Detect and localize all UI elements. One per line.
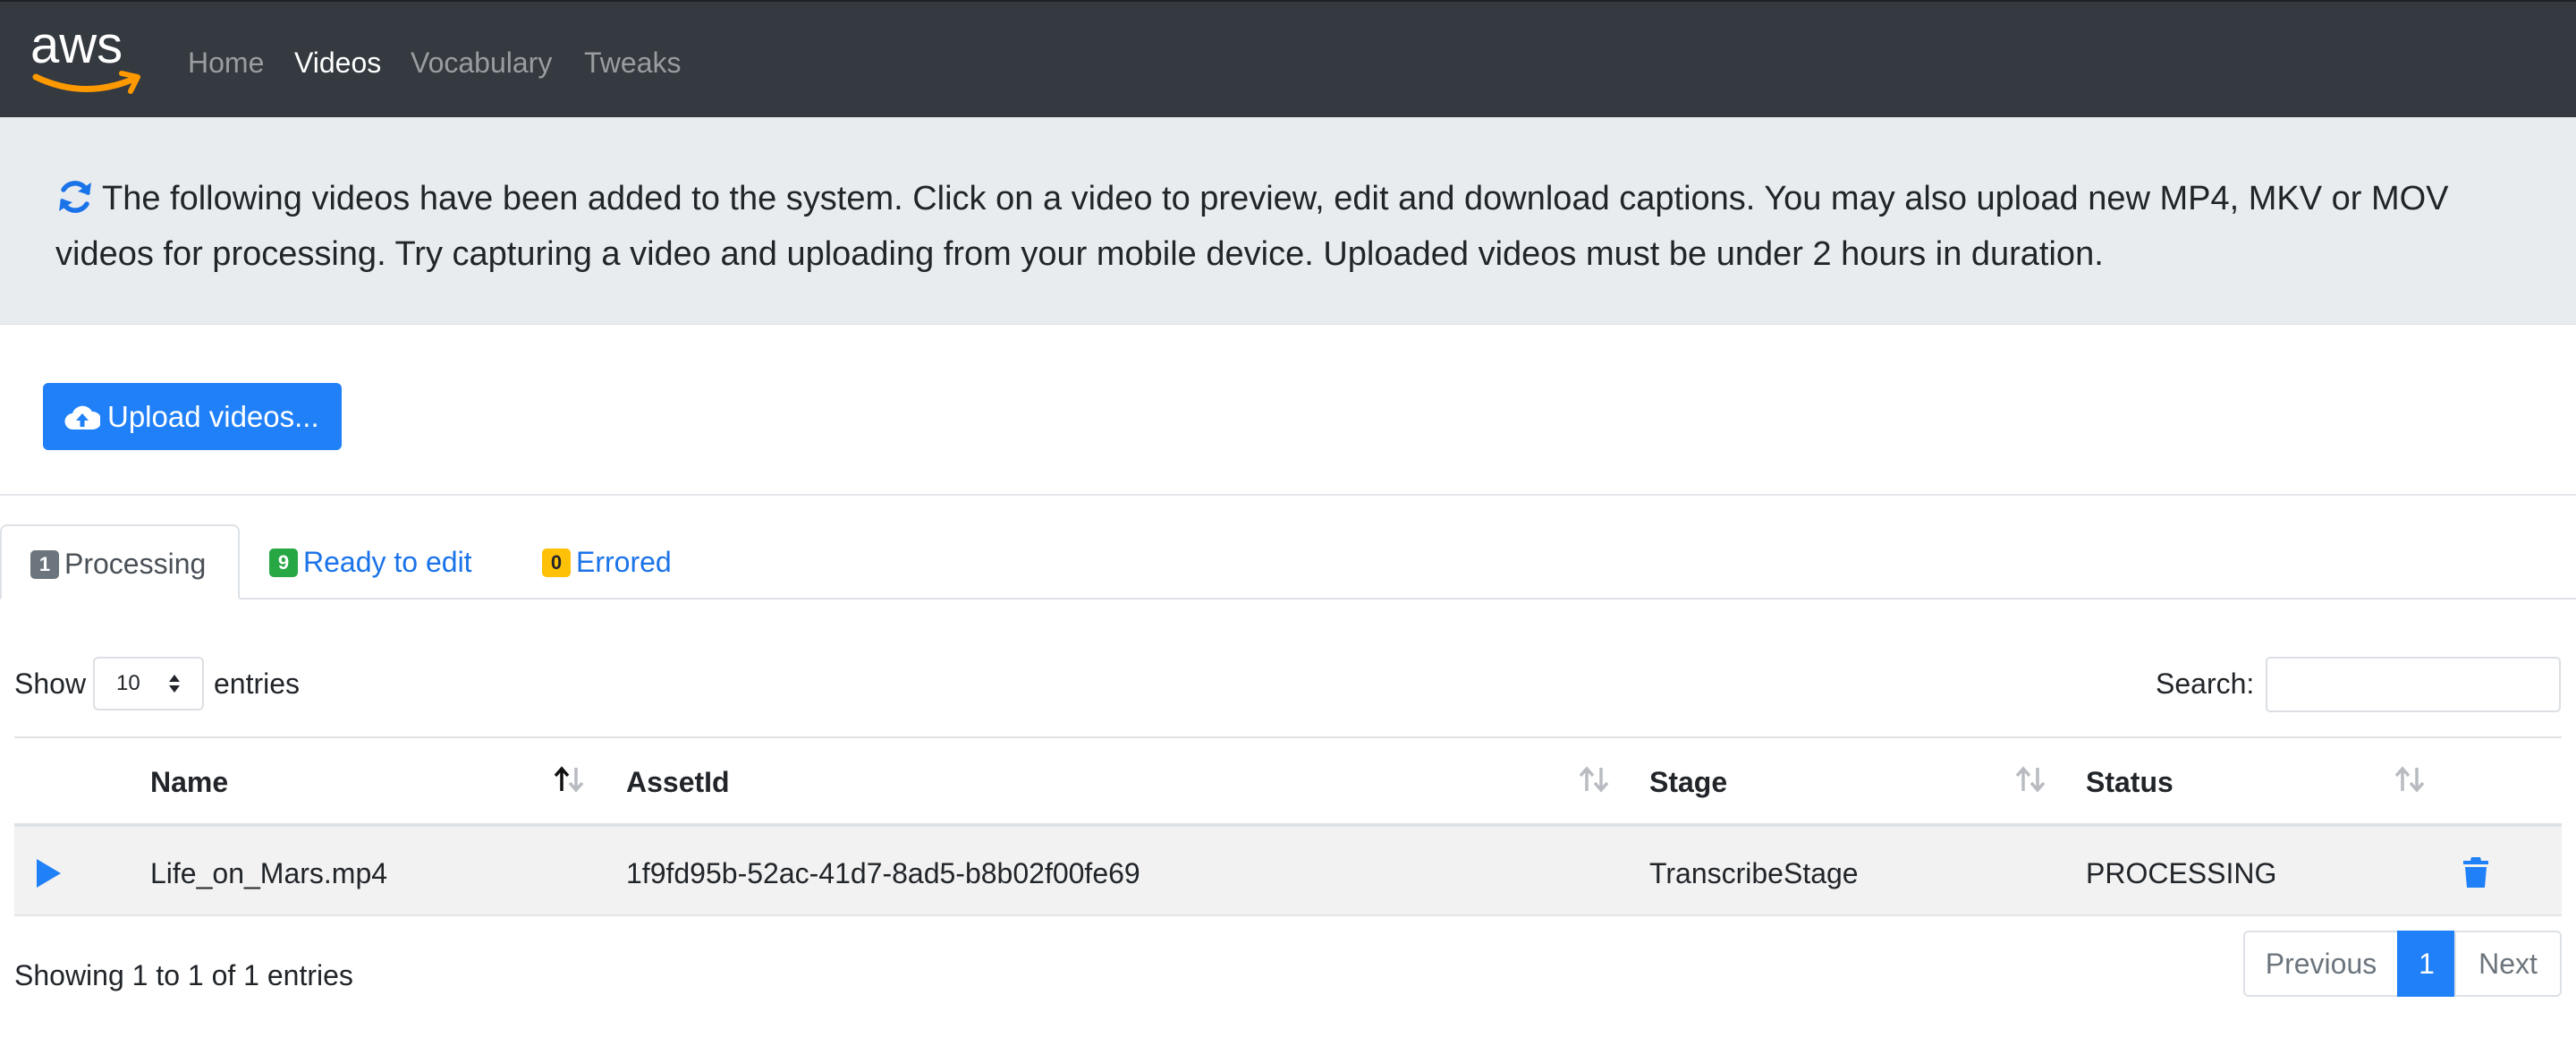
- ready-count-badge: 9: [269, 549, 298, 577]
- nav-home[interactable]: Home: [188, 45, 264, 81]
- status-cell: PROCESSING: [2086, 857, 2277, 889]
- column-header-status[interactable]: Status: [2086, 761, 2174, 804]
- nav-tweaks[interactable]: Tweaks: [584, 45, 681, 81]
- entries-label: entries: [214, 668, 301, 700]
- nav-videos[interactable]: Videos: [294, 45, 381, 81]
- asset-id-cell: 1f9fd95b-52ac-41d7-8ad5-b8b02f00fe69: [626, 857, 1140, 889]
- column-header-name[interactable]: Name: [150, 761, 228, 804]
- page-size-value: 10: [116, 671, 140, 695]
- processing-count-badge: 1: [30, 550, 59, 579]
- page-size-select[interactable]: 10: [93, 657, 204, 710]
- intro-text-block: The following videos have been added to …: [55, 171, 2488, 282]
- intro-text: The following videos have been added to …: [55, 180, 2449, 273]
- pagination-page-1[interactable]: 1: [2397, 931, 2456, 997]
- tab-processing[interactable]: 1 Processing: [0, 524, 240, 600]
- video-name-cell[interactable]: Life_on_Mars.mp4: [150, 852, 387, 895]
- tab-ready-label: Ready to edit: [303, 546, 472, 578]
- intro-panel: The following videos have been added to …: [0, 117, 2576, 325]
- upload-videos-label: Upload videos...: [107, 400, 319, 433]
- section-divider: [0, 494, 2576, 496]
- search-label: Search:: [2156, 668, 2255, 700]
- trash-icon[interactable]: [2462, 855, 2490, 889]
- sort-both-icon[interactable]: [2012, 764, 2048, 795]
- stage-cell: TranscribeStage: [1649, 857, 1859, 889]
- search-input[interactable]: [2266, 657, 2561, 712]
- pagination-previous[interactable]: Previous: [2243, 931, 2399, 997]
- svg-text:aws: aws: [30, 18, 123, 74]
- upload-videos-button[interactable]: Upload videos...: [43, 383, 342, 450]
- tab-ready-to-edit[interactable]: 9 Ready to edit: [269, 524, 472, 600]
- aws-logo[interactable]: aws: [29, 18, 147, 100]
- top-navbar: aws Home Videos Vocabulary Tweaks: [0, 0, 2576, 117]
- table-info: Showing 1 to 1 of 1 entries: [14, 959, 353, 991]
- sort-both-icon[interactable]: [2392, 764, 2428, 795]
- nav-vocabulary[interactable]: Vocabulary: [411, 45, 552, 81]
- column-header-stage[interactable]: Stage: [1649, 761, 1727, 804]
- column-header-assetid[interactable]: AssetId: [626, 761, 730, 804]
- sort-both-icon[interactable]: [1576, 764, 1612, 795]
- sort-asc-icon[interactable]: [551, 764, 587, 795]
- tab-processing-label: Processing: [64, 548, 207, 580]
- table-top-border: [14, 736, 2562, 738]
- play-icon[interactable]: [34, 857, 63, 889]
- cloud-upload-icon: [64, 405, 100, 430]
- refresh-icon[interactable]: [55, 177, 95, 217]
- select-caret-icon: [169, 675, 180, 693]
- tab-errored-label: Errored: [576, 546, 672, 578]
- show-label: Show: [14, 668, 87, 700]
- pagination-next[interactable]: Next: [2454, 931, 2562, 997]
- tab-errored[interactable]: 0 Errored: [542, 524, 672, 600]
- errored-count-badge: 0: [542, 549, 571, 577]
